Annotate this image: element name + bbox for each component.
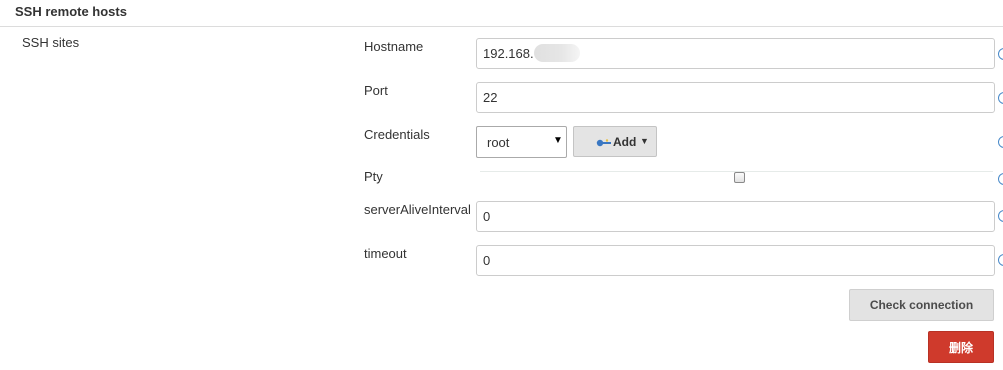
section-title: SSH remote hosts [15,4,127,19]
key-icon [596,139,611,147]
pty-label: Pty [364,169,383,184]
port-label: Port [364,83,388,98]
credentials-select[interactable]: root ▼ [476,126,567,158]
pty-checkbox[interactable] [734,172,745,183]
hostname-value: 192.168. [483,46,534,61]
help-icon[interactable] [998,173,1003,185]
help-icon[interactable] [998,254,1003,266]
help-icon[interactable] [998,92,1003,104]
section-header: SSH remote hosts [0,0,1003,27]
port-input[interactable]: 22 [476,82,995,113]
check-connection-button[interactable]: Check connection [849,289,994,321]
help-icon[interactable] [998,48,1003,60]
port-value: 22 [483,90,498,105]
help-icon[interactable] [998,210,1003,222]
server-alive-interval-input[interactable]: 0 [476,201,995,232]
hostname-input[interactable]: 192.168. [476,38,995,69]
help-icon[interactable] [998,136,1003,148]
server-alive-interval-label: serverAliveInterval [364,202,471,217]
caret-down-icon: ▼ [640,136,649,146]
dropdown-arrow-icon: ▼ [553,135,563,146]
add-button-label: Add [613,135,637,149]
delete-button[interactable]: 删除 [928,331,994,363]
add-credentials-button[interactable]: Add ▼ [573,126,657,157]
credentials-label: Credentials [364,127,430,142]
hostname-label: Hostname [364,39,424,54]
redacted-host-part [533,44,580,63]
timeout-label: timeout [364,246,407,261]
ssh-sites-label: SSH sites [22,35,80,50]
server-alive-interval-value: 0 [483,209,491,224]
timeout-input[interactable]: 0 [476,245,995,276]
credentials-selected-value: root [487,135,510,150]
timeout-value: 0 [483,253,491,268]
